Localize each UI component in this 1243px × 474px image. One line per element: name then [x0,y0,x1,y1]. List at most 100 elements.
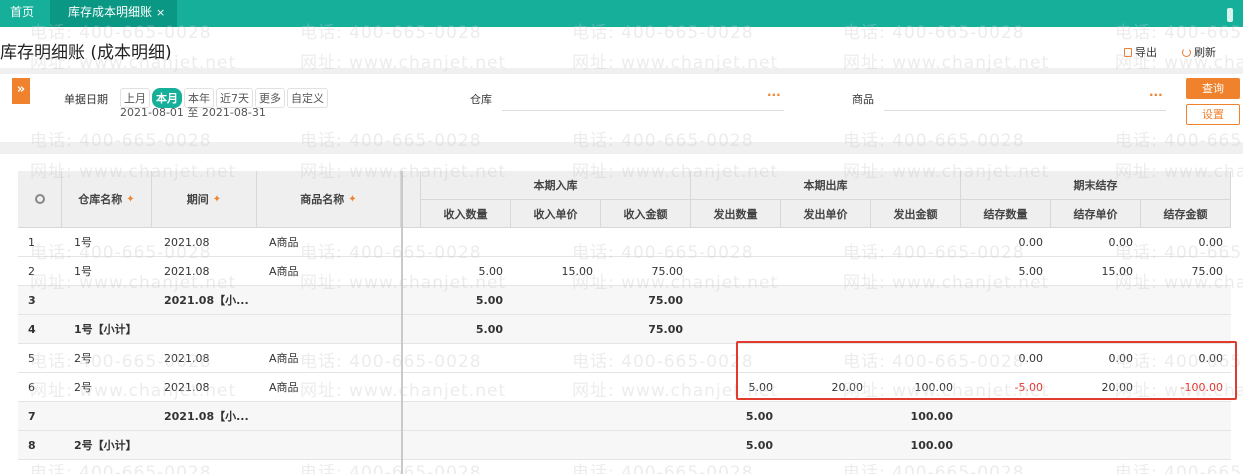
column-settings-button[interactable] [18,171,62,228]
product-filter-label: 商品 [852,93,874,106]
cell-end-amount: 0.00 [1198,236,1224,249]
subtotal-row[interactable]: 3 2021.08【小... 5.00 75.00 [18,286,1231,315]
warehouse-filter-label: 仓库 [470,93,492,106]
cell-product: A商品 [269,236,299,249]
ledger-table: 仓库名称 ✦ 期间 ✦ 商品名称 ✦ 本期入库 本期出库 期末结存 收入数量 收入单价… [18,171,1231,474]
header-end-price[interactable]: 结存单价 [1051,200,1141,228]
refresh-icon [1182,47,1191,57]
page-title: 库存明细账 (成本明细) [0,43,172,63]
cell-in-price: 15.00 [561,265,594,278]
settings-button[interactable]: 设置 [1186,104,1240,125]
tab-bar: 首页 库存成本明细账 × [0,0,1243,27]
cell-warehouse: 1号 [74,236,92,249]
divider [0,142,1243,154]
cell-period: 2021.08 [164,352,210,365]
cell-warehouse: 1号 [74,265,92,278]
export-label: 导出 [1135,46,1157,59]
cell-out-amount: 100.00 [910,439,953,452]
header-group-out: 本期出库 [691,171,961,200]
warehouse-picker-icon[interactable]: ··· [767,88,781,102]
cell-period: 2021.08 [164,265,210,278]
scroll-handle[interactable] [1227,8,1233,22]
row-number: 7 [28,410,36,423]
cell-period: 2021.08【小... [164,294,249,307]
cell-out-qty: 5.00 [745,439,773,452]
highlight-box [736,341,1237,400]
subtotal-row[interactable]: 4 1号【小计】 5.00 75.00 [18,315,1231,344]
cell-warehouse: 2号 [74,352,92,365]
header-out-qty[interactable]: 发出数量 [691,200,781,228]
row-number: 4 [28,323,36,336]
cell-in-qty: 5.00 [478,265,504,278]
expand-filters-button[interactable]: » [12,78,30,104]
row-number: 3 [28,294,36,307]
cell-end-price: 0.00 [1108,236,1134,249]
cell-end-price: 15.00 [1101,265,1134,278]
header-warehouse[interactable]: 仓库名称 ✦ [62,171,152,228]
subtotal-row[interactable]: 8 2号【小计】 5.00 100.00 [18,431,1231,460]
header-group-end: 期末结存 [961,171,1231,200]
tab-label: 库存成本明细账 [68,5,153,19]
header-period[interactable]: 期间 ✦ [152,171,257,228]
cell-warehouse: 2号【小计】 [74,439,137,452]
product-input[interactable] [884,110,1166,111]
header-product-label: 商品名称 [300,193,345,206]
query-button[interactable]: 查询 [1186,78,1240,99]
pin-icon[interactable]: ✦ [348,194,356,205]
cell-period: 2021.08 [164,381,210,394]
header-out-amount[interactable]: 发出金额 [871,200,961,228]
tab-home[interactable]: 首页 [0,0,44,27]
table-row[interactable]: 1 1号 2021.08 A商品 0.00 0.00 0.00 [18,228,1231,257]
product-picker-icon[interactable]: ··· [1149,88,1163,102]
cell-in-qty: 5.00 [475,323,503,336]
gear-icon [34,194,45,204]
row-number: 1 [28,236,35,249]
subtotal-row[interactable]: 7 2021.08【小... 5.00 100.00 [18,402,1231,431]
close-icon[interactable]: × [156,6,165,19]
cell-end-amount: 75.00 [1191,265,1224,278]
refresh-button[interactable]: 刷新 [1182,44,1216,60]
frozen-column-divider[interactable] [401,171,403,474]
header-out-price[interactable]: 发出单价 [781,200,871,228]
pin-icon[interactable]: ✦ [126,194,134,205]
cell-in-amount: 75.00 [648,294,683,307]
cell-product: A商品 [269,381,299,394]
cell-out-amount: 100.00 [910,410,953,423]
header-in-amount[interactable]: 收入金额 [601,200,691,228]
cell-product: A商品 [269,352,299,365]
header-spacer [401,171,421,228]
cell-product: A商品 [269,265,299,278]
date-filter-label: 单据日期 [64,93,108,106]
header-end-qty[interactable]: 结存数量 [961,200,1051,228]
export-button[interactable]: 导出 [1124,44,1157,60]
cell-warehouse: 1号【小计】 [74,323,137,336]
cell-period: 2021.08【小... [164,410,249,423]
row-number: 5 [28,352,35,365]
cell-in-qty: 5.00 [475,294,503,307]
pin-icon[interactable]: ✦ [213,194,221,205]
row-number: 2 [28,265,35,278]
divider [0,68,1243,74]
header-group-in: 本期入库 [421,171,691,200]
header-product[interactable]: 商品名称 ✦ [257,171,401,228]
date-option-custom[interactable]: 自定义 [287,88,328,108]
tab-inventory-cost-ledger[interactable]: 库存成本明细账 × [50,0,177,27]
header-warehouse-label: 仓库名称 [78,193,123,206]
header-in-qty[interactable]: 收入数量 [421,200,511,228]
warehouse-input[interactable] [502,110,784,111]
header-in-price[interactable]: 收入单价 [511,200,601,228]
header-period-label: 期间 [186,193,209,206]
export-icon [1124,47,1132,57]
cell-warehouse: 2号 [74,381,92,394]
cell-in-amount: 75.00 [648,323,683,336]
refresh-label: 刷新 [1194,46,1216,59]
cell-end-qty: 0.00 [1018,236,1044,249]
cell-end-qty: 5.00 [1018,265,1044,278]
row-number: 6 [28,381,35,394]
cell-period: 2021.08 [164,236,210,249]
table-row[interactable]: 2 1号 2021.08 A商品 5.00 15.00 75.00 5.00 15.00 75.0… [18,257,1231,286]
header-end-amount[interactable]: 结存金额 [1141,200,1231,228]
row-number: 8 [28,439,36,452]
date-range-text: 2021-08-01 至 2021-08-31 [120,106,266,119]
cell-out-qty: 5.00 [745,410,773,423]
